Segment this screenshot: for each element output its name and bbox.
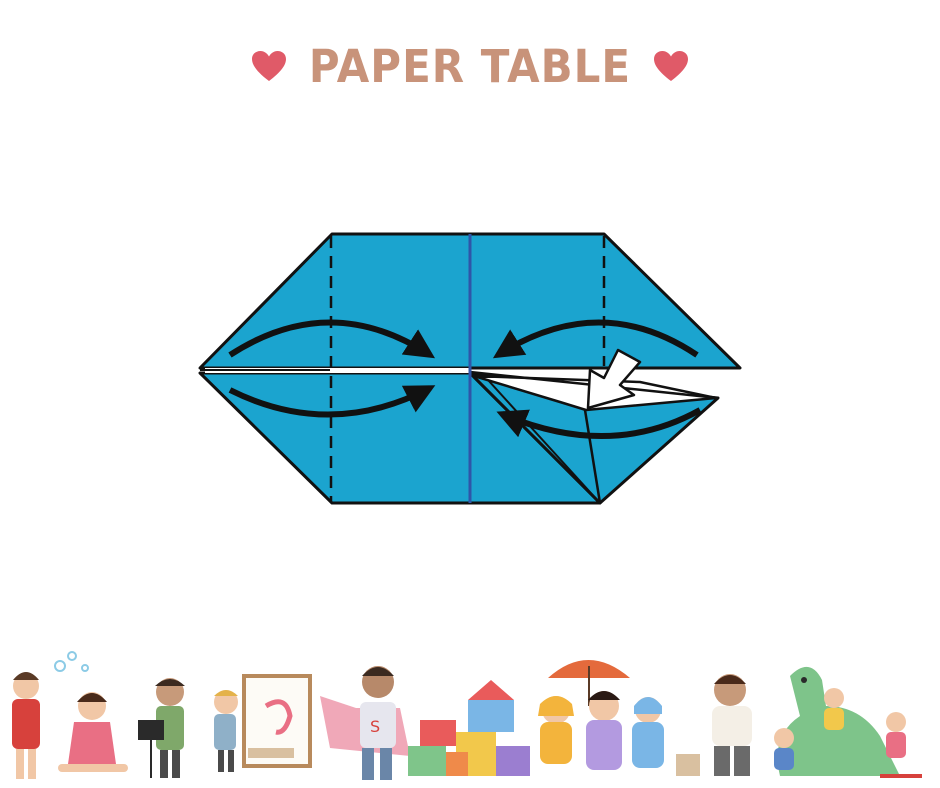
toy-blocks	[408, 680, 530, 776]
svg-text:S: S	[370, 717, 380, 736]
child-figure	[58, 692, 128, 772]
origami-fold-diagram	[198, 232, 742, 505]
umbrella-children-group	[538, 660, 664, 770]
child-figure	[138, 678, 185, 778]
child-figure	[676, 674, 752, 776]
child-painting-figure	[214, 674, 312, 772]
dinosaur-figure	[774, 666, 922, 778]
superhero-child-figure: S	[320, 666, 410, 780]
children-illustration-strip: S	[12, 651, 922, 780]
